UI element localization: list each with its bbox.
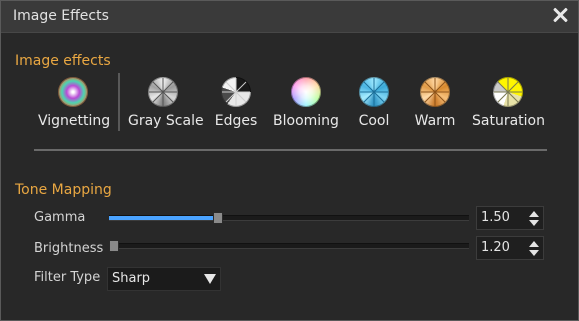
spin-up-icon[interactable]: [529, 211, 539, 217]
effect-label: Vignetting: [38, 113, 111, 129]
gamma-slider-thumb[interactable]: [213, 212, 223, 224]
effect-label: Warm: [414, 113, 456, 129]
effect-cool[interactable]: Cool: [354, 77, 394, 129]
effect-warm[interactable]: Warm: [413, 77, 457, 129]
filter-type-value: Sharp: [112, 271, 151, 286]
vignetting-icon: [58, 77, 88, 107]
gamma-slider[interactable]: [109, 212, 469, 224]
close-icon[interactable]: [552, 7, 568, 23]
spin-down-icon[interactable]: [529, 220, 539, 226]
section-divider: [34, 149, 547, 151]
effect-blooming[interactable]: Blooming: [273, 77, 339, 129]
effect-label: Blooming: [273, 113, 339, 129]
spin-down-icon[interactable]: [529, 250, 539, 256]
effect-vignetting[interactable]: Vignetting: [38, 77, 111, 129]
effect-label: Cool: [358, 113, 390, 129]
section-title-image-effects: Image effects: [15, 53, 111, 69]
brightness-label: Brightness: [34, 241, 104, 256]
title-bar[interactable]: Image Effects: [1, 1, 578, 33]
effect-grayscale[interactable]: Gray Scale: [128, 77, 204, 129]
brightness-slider[interactable]: [109, 240, 469, 252]
effects-divider: [118, 73, 120, 131]
brightness-spinbox[interactable]: 1.20: [476, 236, 544, 260]
effect-saturation[interactable]: Saturation: [472, 77, 545, 129]
brightness-value: 1.20: [481, 240, 510, 255]
effect-edges[interactable]: Edges: [210, 77, 262, 129]
saturation-icon: [493, 77, 523, 107]
effect-label: Saturation: [472, 113, 545, 129]
effect-label: Edges: [214, 113, 258, 129]
effect-label: Gray Scale: [128, 113, 204, 129]
brightness-slider-thumb[interactable]: [109, 240, 119, 252]
blooming-icon: [291, 77, 321, 107]
spin-up-icon[interactable]: [529, 241, 539, 247]
gamma-spinbox[interactable]: 1.50: [476, 206, 544, 230]
chevron-down-icon[interactable]: [204, 274, 216, 284]
warm-icon: [420, 77, 450, 107]
cool-icon: [359, 77, 389, 107]
grayscale-icon: [148, 77, 178, 107]
filter-type-select[interactable]: Sharp: [107, 267, 221, 291]
image-effects-window: Image Effects Image effects Vignetting G…: [0, 0, 579, 321]
edges-icon: [221, 77, 251, 107]
window-title: Image Effects: [13, 8, 109, 24]
gamma-label: Gamma: [34, 210, 86, 225]
gamma-slider-fill: [109, 216, 217, 220]
filter-type-label: Filter Type: [34, 270, 101, 285]
section-title-tone-mapping: Tone Mapping: [15, 182, 112, 198]
gamma-value: 1.50: [481, 210, 510, 225]
